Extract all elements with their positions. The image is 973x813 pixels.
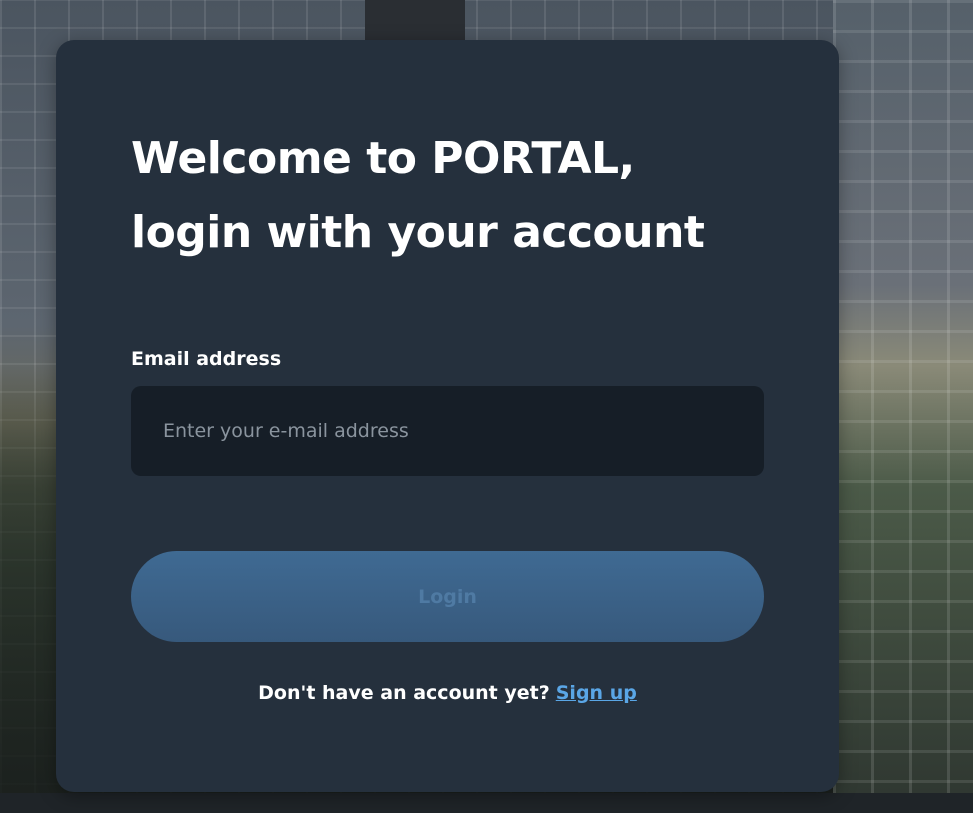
email-label: Email address — [131, 348, 282, 370]
background-bottom-strip — [0, 793, 973, 813]
email-field[interactable] — [131, 386, 764, 476]
title-line-1: Welcome to PORTAL, — [131, 133, 635, 184]
page-title: Welcome to PORTAL, login with your accou… — [131, 122, 791, 270]
no-account-text: Don't have an account yet? — [258, 682, 550, 704]
login-card: Welcome to PORTAL, login with your accou… — [56, 40, 839, 792]
signup-prompt: Don't have an account yet? Sign up — [56, 682, 839, 704]
signup-link[interactable]: Sign up — [556, 682, 637, 704]
login-button[interactable]: Login — [131, 551, 764, 642]
background-pole — [365, 0, 465, 40]
title-line-2: login with your account — [131, 207, 705, 258]
background-solar-panels — [833, 0, 973, 813]
login-page: Welcome to PORTAL, login with your accou… — [0, 0, 973, 813]
